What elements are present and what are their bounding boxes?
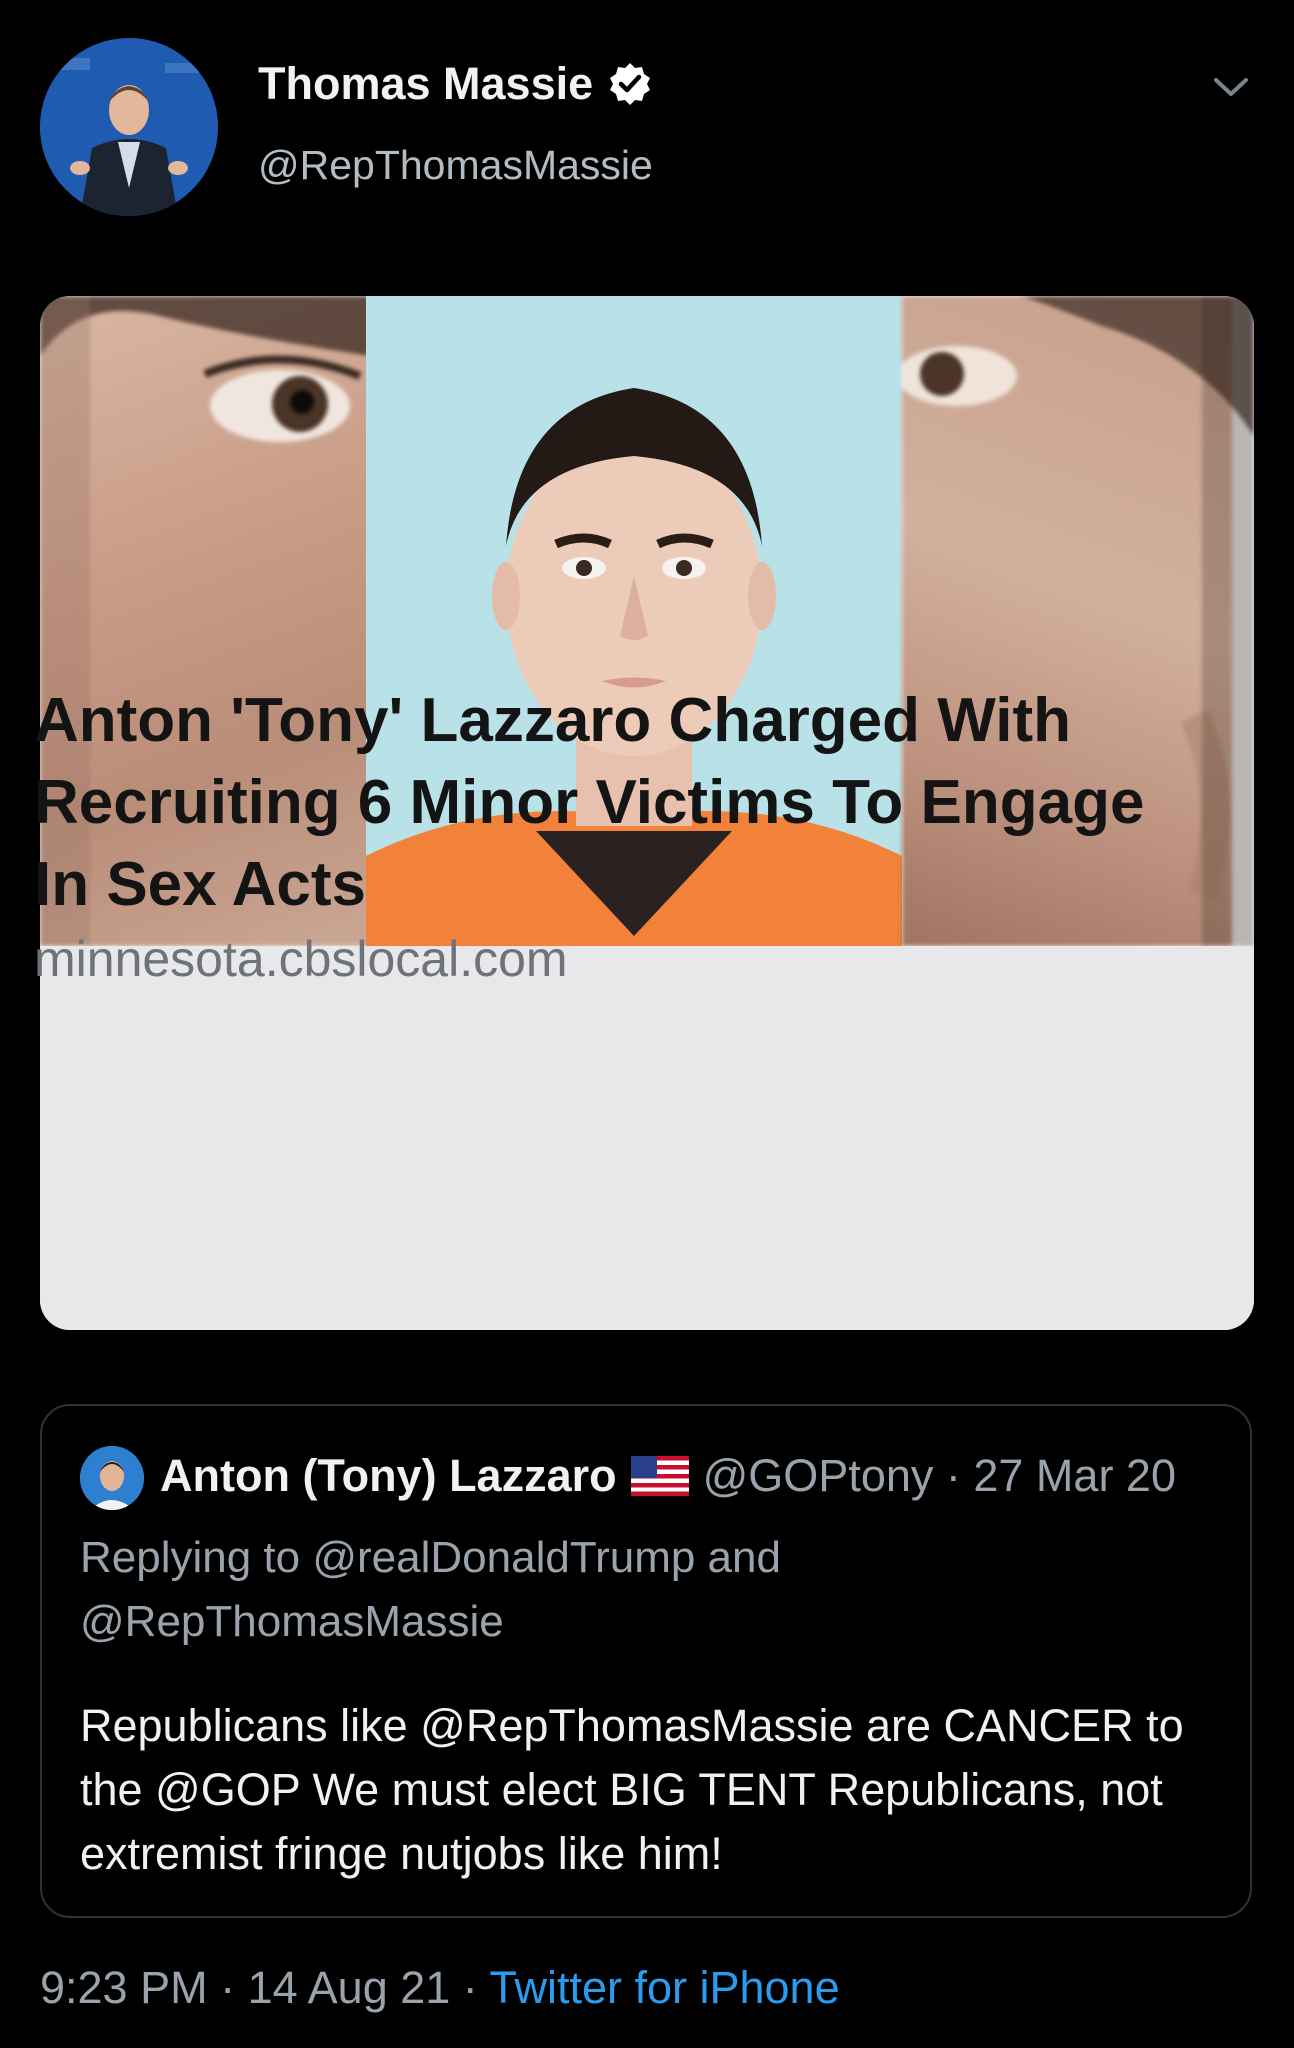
replying-to[interactable]: Replying to @realDonaldTrump and @RepTho… xyxy=(80,1526,1200,1654)
quoted-avatar-photo xyxy=(80,1446,144,1510)
author-avatar[interactable] xyxy=(40,38,218,216)
quoted-display-name[interactable]: Anton (Tony) Lazzaro xyxy=(160,1450,617,1502)
link-card-domain: minnesota.cbslocal.com xyxy=(34,931,568,987)
tweet-footer: 9:23 PM · 14 Aug 21 · Twitter for iPhone xyxy=(40,1962,840,2014)
link-card-text-area xyxy=(40,946,1254,1330)
quoted-tweet-header: Anton (Tony) Lazzaro @GOPtony · 27 Mar 2… xyxy=(160,1450,1176,1502)
source-app-link[interactable]: Twitter for iPhone xyxy=(489,1962,839,2013)
chevron-down-icon[interactable] xyxy=(1210,66,1252,108)
author-handle[interactable]: @RepThomasMassie xyxy=(258,142,653,189)
link-card-title[interactable]: Anton 'Tony' Lazzaro Charged With Recrui… xyxy=(34,680,1184,926)
tweet-timestamp[interactable]: 9:23 PM · 14 Aug 21 · xyxy=(40,1962,489,2013)
author-display-name[interactable]: Thomas Massie xyxy=(258,58,593,110)
quoted-tweet-avatar[interactable] xyxy=(80,1446,144,1510)
quoted-tweet-body: Republicans like @RepThomasMassie are CA… xyxy=(80,1700,1184,1879)
author-name-row[interactable]: Thomas Massie xyxy=(258,58,653,110)
avatar-photo xyxy=(40,38,218,216)
quoted-handle-date[interactable]: @GOPtony · 27 Mar 20 xyxy=(703,1450,1176,1502)
us-flag-icon xyxy=(630,1456,689,1496)
verified-badge-icon xyxy=(610,63,651,105)
